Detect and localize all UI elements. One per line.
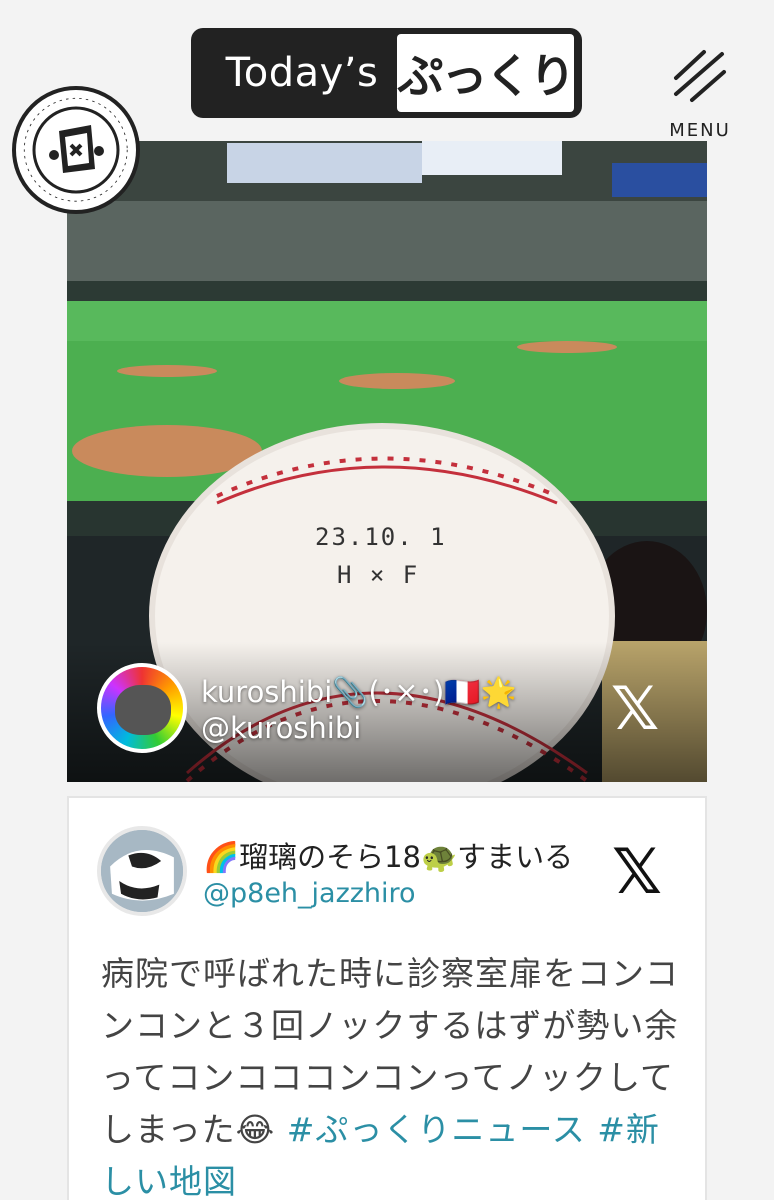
site-logo[interactable]: Today’s ぷっくり (191, 28, 582, 118)
hero-author-name[interactable]: kuroshibi📎(･×･)🇫🇷🌟 (201, 669, 517, 711)
hero-photo-card[interactable]: 23.10. 1 H × F kuroshibi📎(･×･)🇫🇷🌟 @kuros… (67, 141, 707, 782)
tweet-card[interactable]: 🌈瑠璃のそら18🐢すまいる @p8eh_jazzhiro 𝕏 病院で呼ばれた時に… (67, 796, 707, 1200)
hero-author-handle[interactable]: @kuroshibi (201, 711, 361, 745)
menu-label: MENU (669, 120, 731, 141)
cow-avatar-icon (101, 830, 183, 912)
hashtag-link[interactable]: #ぷっくりニュース (287, 1110, 586, 1149)
ball-stamp-date: 23.10. 1 (315, 523, 447, 551)
agezage-news-badge-icon[interactable] (11, 85, 141, 215)
logo-today-text: Today’s (225, 50, 379, 96)
tweet-body: 病院で呼ばれた時に診察室扉をコンコンコンと３回ノックするはずが勢い余ってコンココ… (101, 948, 681, 1200)
tweet-author-avatar[interactable] (97, 826, 187, 916)
page: Today’s ぷっくり MENU 23.10. 1 H × F kuroshi… (0, 0, 774, 1200)
ball-stamp-teams: H × F (337, 561, 420, 589)
menu-button[interactable]: MENU (660, 48, 740, 148)
hero-author-avatar[interactable] (97, 663, 187, 753)
tweet-author-name[interactable]: 🌈瑠璃のそら18🐢すまいる (203, 834, 583, 876)
menu-icon (674, 50, 726, 102)
tweet-author-handle[interactable]: @p8eh_jazzhiro (203, 878, 416, 909)
logo-brand-text: ぷっくり (397, 34, 576, 112)
x-logo-icon[interactable]: 𝕏 (607, 679, 663, 739)
x-logo-icon[interactable]: 𝕏 (607, 841, 667, 903)
dog-face-icon (115, 685, 171, 735)
